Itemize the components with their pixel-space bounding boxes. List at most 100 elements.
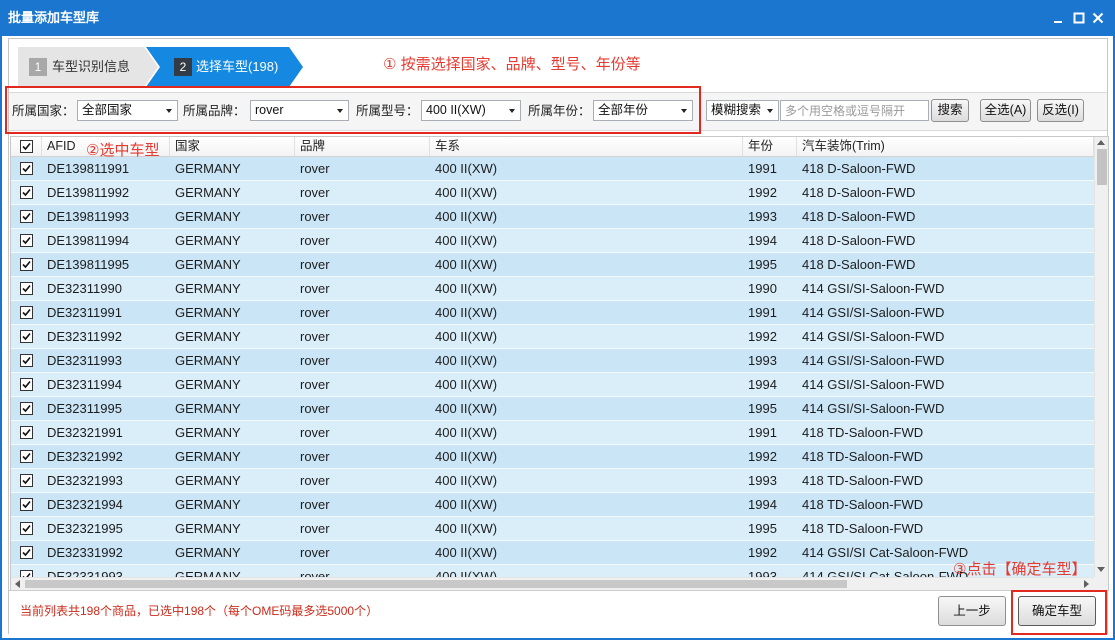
checkmark-icon: [22, 500, 31, 509]
table-row[interactable]: DE32311992 GERMANY rover 400 II(XW) 1992…: [11, 325, 1094, 349]
table-row[interactable]: DE32321993 GERMANY rover 400 II(XW) 1993…: [11, 469, 1094, 493]
dialog-window: 批量添加车型库 1 车型识别信息 2 选择车型(198) 所属国家： 全部国家 …: [0, 0, 1115, 640]
invert-selection-button[interactable]: 反选(I): [1037, 99, 1084, 122]
row-checkbox-cell: [11, 397, 42, 420]
column-header-trim[interactable]: 汽车装饰(Trim): [797, 137, 1094, 156]
row-checkbox[interactable]: [20, 258, 33, 271]
cell-brand: rover: [300, 329, 330, 344]
search-mode-dropdown[interactable]: 模糊搜索: [706, 100, 779, 121]
row-checkbox[interactable]: [20, 474, 33, 487]
row-checkbox[interactable]: [20, 378, 33, 391]
cell-brand: rover: [300, 305, 330, 320]
row-checkbox[interactable]: [20, 162, 33, 175]
close-icon[interactable]: [1090, 11, 1106, 25]
table-row[interactable]: DE32321995 GERMANY rover 400 II(XW) 1995…: [11, 517, 1094, 541]
vertical-scroll-thumb[interactable]: [1097, 149, 1107, 185]
row-checkbox[interactable]: [20, 330, 33, 343]
horizontal-scrollbar[interactable]: [11, 577, 1094, 590]
row-checkbox[interactable]: [20, 282, 33, 295]
row-checkbox[interactable]: [20, 498, 33, 511]
checkmark-icon: [22, 380, 31, 389]
column-header-country[interactable]: 国家: [170, 137, 295, 156]
cell-trim: 414 GSI/SI-Saloon-FWD: [802, 377, 945, 392]
row-checkbox[interactable]: [20, 306, 33, 319]
cell-trim: 418 TD-Saloon-FWD: [802, 449, 924, 464]
column-header-series[interactable]: 车系: [430, 137, 743, 156]
table-row[interactable]: DE32311994 GERMANY rover 400 II(XW) 1994…: [11, 373, 1094, 397]
cell-year: 1993: [748, 473, 777, 488]
row-checkbox[interactable]: [20, 402, 33, 415]
cell-afid: DE32321991: [47, 425, 123, 440]
table-row[interactable]: DE139811991 GERMANY rover 400 II(XW) 199…: [11, 157, 1094, 181]
cell-series: 400 II(XW): [435, 401, 498, 416]
table-row[interactable]: DE32311995 GERMANY rover 400 II(XW) 1995…: [11, 397, 1094, 421]
table-row[interactable]: DE32331992 GERMANY rover 400 II(XW) 1992…: [11, 541, 1094, 565]
table-row[interactable]: DE32311991 GERMANY rover 400 II(XW) 1991…: [11, 301, 1094, 325]
cell-country: GERMANY: [175, 257, 241, 272]
vertical-scrollbar[interactable]: [1094, 137, 1108, 577]
table-row[interactable]: DE139811995 GERMANY rover 400 II(XW) 199…: [11, 253, 1094, 277]
row-checkbox[interactable]: [20, 354, 33, 367]
table-row[interactable]: DE32331993 GERMANY rover 400 II(XW) 1993…: [11, 565, 1094, 577]
cell-brand: rover: [300, 449, 330, 464]
row-checkbox[interactable]: [20, 210, 33, 223]
cell-afid: DE32311994: [47, 377, 122, 392]
cell-country: GERMANY: [175, 521, 241, 536]
cell-afid: DE32321993: [47, 473, 123, 488]
table-row[interactable]: DE139811992 GERMANY rover 400 II(XW) 199…: [11, 181, 1094, 205]
checkmark-icon: [22, 142, 31, 151]
step-number-badge: 2: [174, 58, 192, 76]
row-checkbox-cell: [11, 565, 42, 577]
column-header-year[interactable]: 年份: [743, 137, 797, 156]
title-bar[interactable]: 批量添加车型库: [0, 0, 1115, 36]
cell-afid: DE32321992: [47, 449, 123, 464]
table-row[interactable]: DE32321994 GERMANY rover 400 II(XW) 1994…: [11, 493, 1094, 517]
horizontal-scroll-thumb[interactable]: [25, 580, 847, 588]
row-checkbox[interactable]: [20, 546, 33, 559]
cell-country: GERMANY: [175, 305, 241, 320]
select-all-checkbox[interactable]: [20, 140, 33, 153]
cell-series: 400 II(XW): [435, 281, 498, 296]
scroll-up-icon[interactable]: [1097, 140, 1105, 145]
row-checkbox[interactable]: [20, 570, 33, 577]
row-checkbox-cell: [11, 253, 42, 276]
dropdown-arrow-icon: [767, 109, 773, 113]
column-header-brand[interactable]: 品牌: [295, 137, 430, 156]
checkmark-icon: [22, 284, 31, 293]
row-checkbox[interactable]: [20, 234, 33, 247]
table-header: AFID 国家 品牌 车系 年份 汽车装饰(Trim): [11, 137, 1094, 157]
table-row[interactable]: DE32321991 GERMANY rover 400 II(XW) 1991…: [11, 421, 1094, 445]
maximize-icon[interactable]: [1071, 11, 1087, 25]
cell-year: 1991: [748, 305, 777, 320]
scroll-left-icon[interactable]: [15, 580, 20, 588]
cell-year: 1995: [748, 257, 777, 272]
row-checkbox[interactable]: [20, 426, 33, 439]
table-row[interactable]: DE32321992 GERMANY rover 400 II(XW) 1992…: [11, 445, 1094, 469]
cell-country: GERMANY: [175, 401, 241, 416]
step-number-badge: 1: [29, 58, 47, 76]
annotation-select-hint: ②选中车型: [86, 142, 160, 159]
previous-step-button[interactable]: 上一步: [938, 596, 1006, 626]
scroll-right-icon[interactable]: [1084, 580, 1089, 588]
table-row[interactable]: DE139811993 GERMANY rover 400 II(XW) 199…: [11, 205, 1094, 229]
row-checkbox-cell: [11, 373, 42, 396]
checkmark-icon: [22, 452, 31, 461]
table-row[interactable]: DE139811994 GERMANY rover 400 II(XW) 199…: [11, 229, 1094, 253]
row-checkbox[interactable]: [20, 186, 33, 199]
cell-afid: DE32321994: [47, 497, 123, 512]
search-input[interactable]: [780, 100, 929, 121]
search-button[interactable]: 搜索: [931, 99, 969, 122]
table-row[interactable]: DE32311993 GERMANY rover 400 II(XW) 1993…: [11, 349, 1094, 373]
cell-afid: DE139811991: [47, 161, 130, 176]
cell-country: GERMANY: [175, 497, 241, 512]
minimize-icon[interactable]: [1050, 11, 1066, 25]
step-vehicle-info[interactable]: 1 车型识别信息: [18, 47, 158, 87]
table-row[interactable]: DE32311990 GERMANY rover 400 II(XW) 1990…: [11, 277, 1094, 301]
cell-afid: DE32311993: [47, 353, 122, 368]
row-checkbox[interactable]: [20, 522, 33, 535]
step-select-models[interactable]: 2 选择车型(198): [146, 47, 303, 87]
row-checkbox[interactable]: [20, 450, 33, 463]
scroll-down-icon[interactable]: [1097, 567, 1105, 572]
cell-brand: rover: [300, 161, 330, 176]
select-all-button[interactable]: 全选(A): [980, 99, 1031, 122]
